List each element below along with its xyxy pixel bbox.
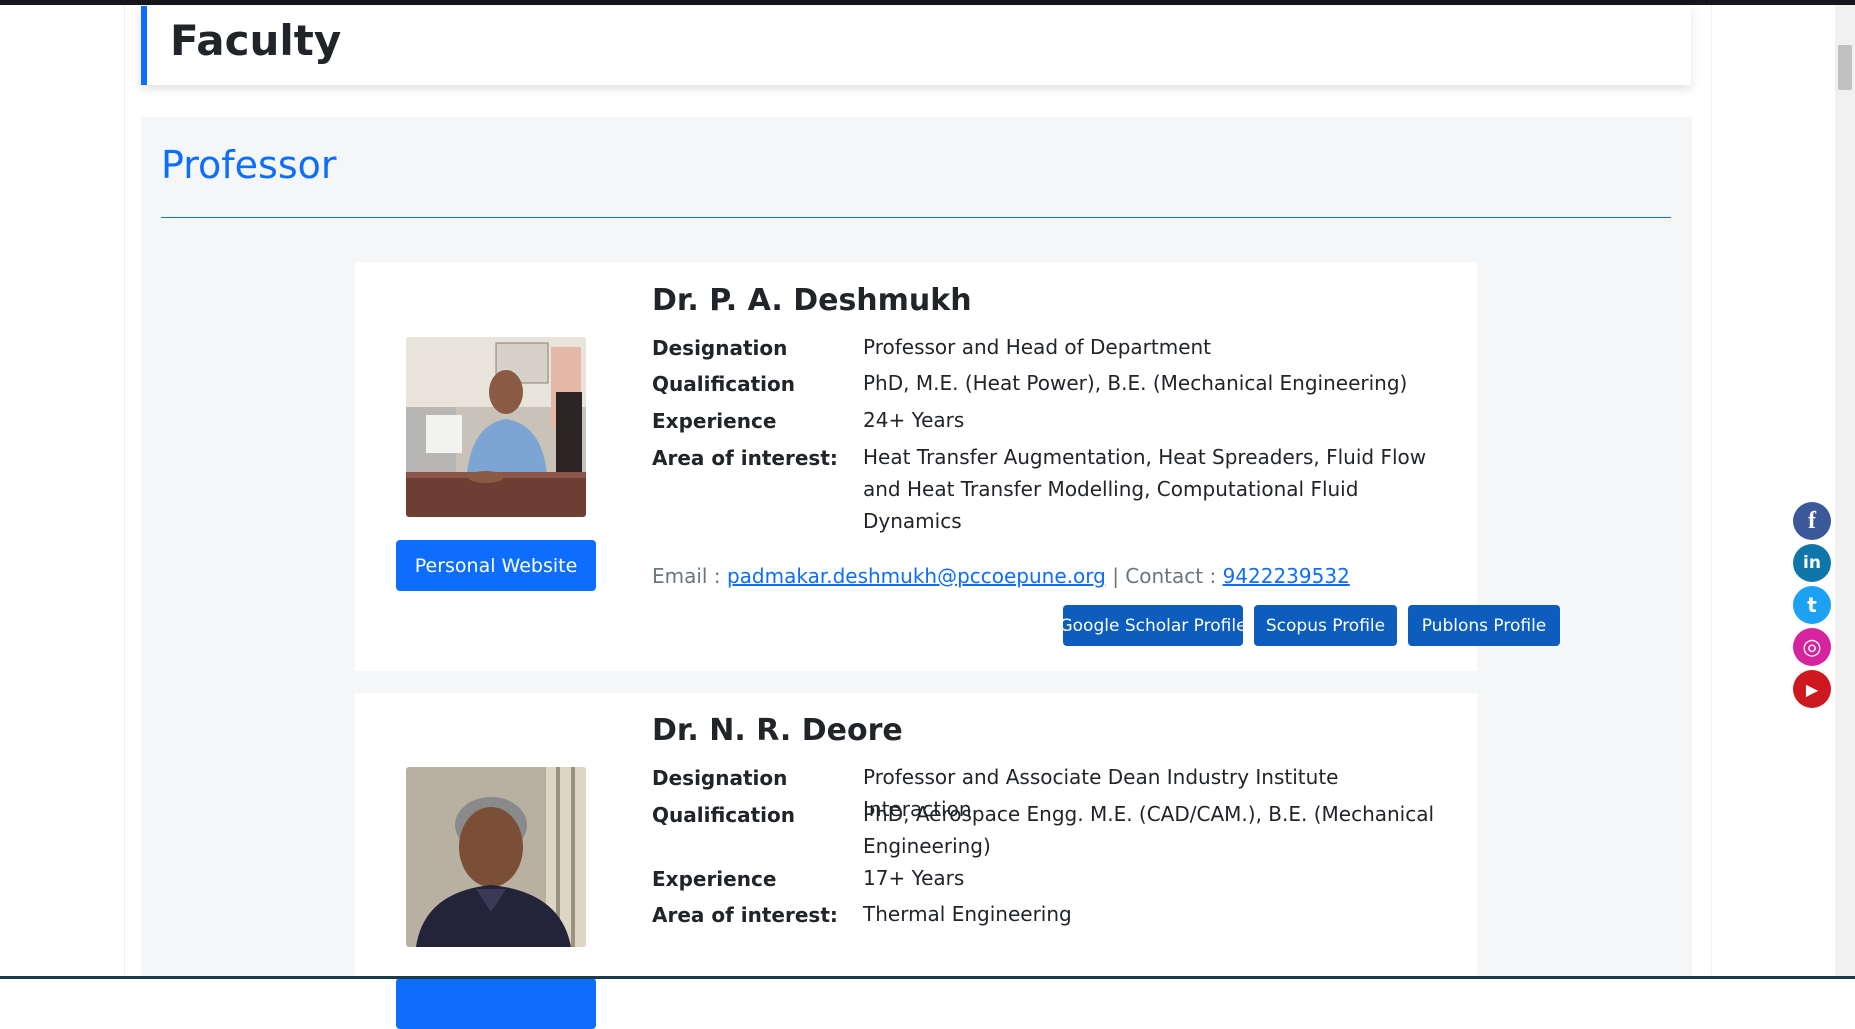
faculty-name: Dr. N. R. Deore — [652, 713, 903, 748]
contact-line: Email : padmakar.deshmukh@pccoepune.org … — [652, 564, 1350, 588]
instagram-icon[interactable]: ◎ — [1793, 628, 1831, 666]
page-header: Faculty — [141, 6, 1691, 85]
designation-value: Professor and Head of Department — [863, 335, 1212, 359]
area-of-interest-value: Thermal Engineering — [863, 902, 1072, 926]
designation-label: Designation — [652, 336, 788, 360]
faculty-photo — [406, 337, 586, 517]
google-scholar-button[interactable]: Google Scholar Profile — [1059, 605, 1247, 646]
faculty-photo — [406, 767, 586, 947]
personal-website-button[interactable]: Personal Website — [396, 540, 596, 591]
youtube-icon[interactable]: ▶ — [1793, 670, 1831, 708]
area-of-interest-label: Area of interest: — [652, 446, 838, 470]
contact-label: | Contact : — [1112, 564, 1217, 588]
qualification-value: PhD, M.E. (Heat Power), B.E. (Mechanical… — [863, 371, 1408, 395]
page-title: Faculty — [170, 16, 342, 65]
linkedin-icon[interactable]: in — [1793, 544, 1831, 582]
designation-label: Designation — [652, 766, 788, 790]
publons-button[interactable]: Publons Profile — [1408, 605, 1560, 646]
scopus-button[interactable]: Scopus Profile — [1254, 605, 1397, 646]
faculty-card: Personal Website Dr. P. A. Deshmukh Desi… — [355, 262, 1560, 671]
faculty-name: Dr. P. A. Deshmukh — [652, 283, 972, 318]
scrollbar-thumb[interactable] — [1838, 45, 1852, 90]
qualification-label: Qualification — [652, 803, 796, 827]
qualification-value: PhD, Aerospace Engg. M.E. (CAD/CAM.), B.… — [863, 802, 1435, 858]
scrollbar[interactable] — [1835, 5, 1855, 976]
faculty-card: Dr. N. R. Deore Designation Professor an… — [355, 693, 1477, 1029]
qualification-label: Qualification — [652, 372, 796, 396]
section-divider — [161, 217, 1671, 218]
experience-value: 17+ Years — [863, 866, 965, 890]
experience-label: Experience — [652, 867, 777, 891]
phone-link[interactable]: 9422239532 — [1223, 564, 1350, 588]
area-of-interest-value: Heat Transfer Augmentation, Heat Spreade… — [863, 445, 1427, 533]
area-of-interest-label: Area of interest: — [652, 903, 838, 927]
section-title: Professor — [161, 143, 337, 187]
experience-value: 24+ Years — [863, 408, 965, 432]
experience-label: Experience — [652, 409, 777, 433]
email-label: Email : — [652, 564, 721, 588]
facebook-icon[interactable]: f — [1793, 502, 1831, 540]
professor-section: Professor Personal Website Dr. P. A. Des… — [141, 117, 1692, 1029]
twitter-icon[interactable]: t — [1793, 586, 1831, 624]
email-link[interactable]: padmakar.deshmukh@pccoepune.org — [727, 564, 1106, 588]
personal-website-button[interactable] — [396, 978, 596, 1029]
